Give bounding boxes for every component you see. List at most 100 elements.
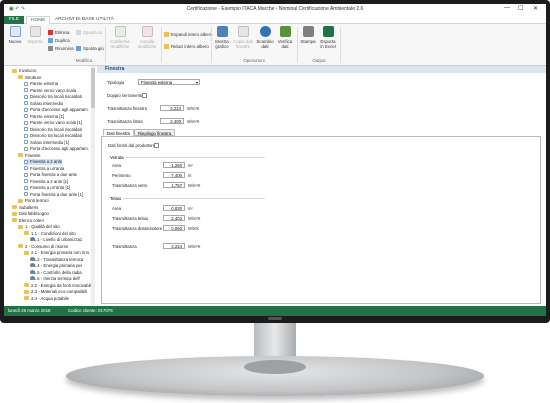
stampa-button[interactable]: Stampa — [300, 26, 316, 44]
tree-item[interactable]: Involucro — [12, 68, 36, 74]
rinomina-button[interactable]: Rinomina — [48, 46, 74, 52]
sposta-su-button[interactable]: Sposta su — [76, 30, 103, 36]
tree-scrollbar-thumb[interactable] — [91, 68, 95, 108]
tree-item[interactable]: 1 - Qualità del sito — [18, 224, 60, 230]
folder-icon — [24, 283, 29, 288]
verifica-dati-button[interactable]: Verifica dati — [276, 26, 294, 49]
tree-item[interactable]: 2.1.2 - Trasmittanza termica — [30, 256, 83, 263]
trasmittanza-finestra-label: Trasmittanza finestra — [107, 106, 147, 111]
tree-item-label: Parete verso vano scala — [30, 87, 77, 93]
tree-item[interactable]: Finestra a 2 ante — [24, 159, 63, 165]
chevron-down-icon: ▾ — [195, 80, 198, 85]
tree-item[interactable]: Finestra a 2 ante [1] — [24, 179, 68, 185]
trasmittanza-telaio-field[interactable]: 2,403 — [163, 215, 185, 221]
area-telaio-unit: m² — [188, 206, 193, 211]
tree-item[interactable]: Finestra a un'anta [1] — [24, 185, 70, 191]
tree-item[interactable]: 2.1.6 - Inerzia termica dell' — [30, 276, 80, 282]
scambio-dati-button[interactable]: Scambio dati — [256, 26, 274, 49]
status-bar: lunedì 26 marzo 2018 Codice cliente: 017… — [4, 306, 546, 316]
conferma-modifiche-button[interactable]: Conferma modifiche — [107, 26, 133, 49]
tree-item[interactable]: Dati fabbisogno — [12, 211, 49, 217]
tree-item[interactable]: Divisorio tra locali riscaldati — [24, 133, 82, 139]
tree-item[interactable]: Parete esterna — [24, 81, 58, 87]
area-vetro-field[interactable]: 1,260 — [163, 162, 185, 168]
trasmittanza-distanziatore-field[interactable]: 0,060 — [163, 225, 185, 231]
minimize-button[interactable]: — — [504, 5, 510, 11]
check-circle-icon — [30, 276, 35, 280]
trasmittanza-limite-field[interactable]: 2,400 — [160, 118, 184, 124]
tree-item[interactable]: 2.1.5 - Controllo della radia. — [30, 269, 83, 276]
tab-dati-finestra[interactable]: Dati finestra — [103, 129, 134, 136]
tree-item[interactable]: Ponti termici — [18, 198, 49, 204]
tree-item[interactable]: Porta d'accesso agli appartam. — [24, 146, 89, 152]
check-circle-icon — [30, 269, 35, 274]
annulla-label: Annulla modifiche — [137, 39, 157, 49]
trasmittanza-finestra-field[interactable]: 2,224 — [160, 105, 184, 111]
trasmittanza-distanziatore-label: Trasmittanza distanziatore — [112, 226, 163, 231]
sposta-giu-button[interactable]: Sposta giù — [76, 46, 104, 52]
document-icon — [24, 133, 28, 138]
perimetro-unit: m — [188, 173, 192, 178]
tree-item[interactable]: Parete esterna [1] — [24, 114, 64, 120]
tree-item[interactable]: Porta d'accesso agli appartam. — [24, 107, 89, 113]
tree-item[interactable]: Subalterni — [12, 205, 38, 211]
perimetro-field[interactable]: 7,400 — [163, 172, 185, 178]
espandi-albero-button[interactable]: Espandi intero albero — [164, 32, 213, 38]
tree-item[interactable]: Porta finestra a due ante [1] — [24, 192, 83, 198]
trasmittanza-vetro-field[interactable]: 1,757 — [163, 182, 185, 188]
tree-item[interactable]: 2.1 - Energia primaria non rinn. — [24, 250, 90, 256]
doppio-serramento-checkbox[interactable] — [142, 93, 147, 98]
tab-file[interactable]: FILE — [4, 16, 24, 24]
tree-item[interactable]: Parete verso vano scala — [24, 88, 76, 94]
mostra-grafico-button[interactable]: Mostra grafico — [213, 26, 231, 49]
tree-item[interactable]: Solaio intermedio — [24, 101, 63, 107]
tree-item[interactable]: Divisorio tra locali riscaldati — [24, 94, 82, 100]
area-telaio-field[interactable]: 0,830 — [163, 205, 185, 211]
tree-item[interactable]: Elenco criteri — [12, 218, 44, 224]
document-icon — [24, 127, 28, 132]
tree-item[interactable]: Porta finestra a due ante — [24, 172, 77, 178]
tree-item-label: Divisorio tra locali riscaldati — [30, 126, 82, 132]
tree-item[interactable]: Finestre — [18, 153, 41, 159]
tab-riepilogo-finestra[interactable]: Riepilogo finestra — [134, 129, 176, 136]
group-modifica: Modifica — [75, 58, 93, 63]
tree-item[interactable]: 1.1 - Condizioni del sito — [24, 231, 76, 237]
trasmittanza-field[interactable]: 2,224 — [163, 243, 185, 249]
tab-home[interactable]: HOME — [26, 16, 51, 24]
doppio-serramento-label: Doppio serramento — [107, 93, 144, 98]
tipologia-select[interactable]: Finestra esterna ▾ — [138, 79, 200, 85]
tree-item[interactable]: Parete verso vano scala [1] — [24, 120, 82, 126]
tree-item[interactable]: 2.4 - Acqua potabile — [24, 296, 69, 302]
close-button[interactable]: ✕ — [533, 5, 538, 12]
elimina-label: Elimina — [55, 30, 70, 35]
rename-icon — [48, 46, 53, 52]
move-down-icon — [76, 46, 81, 52]
riduci-albero-button[interactable]: Riduci intero albero — [164, 44, 209, 50]
importa-button[interactable]: Importa — [26, 26, 44, 44]
tree-item[interactable]: Finestra a un'anta — [24, 166, 64, 172]
nuovo-button[interactable]: Nuovo — [7, 26, 23, 44]
copia-dati-finestre-button[interactable]: Copia dati finestre — [232, 26, 254, 49]
annulla-modifiche-button[interactable]: Annulla modifiche — [135, 26, 159, 49]
elimina-button[interactable]: Elimina — [48, 30, 70, 36]
section-title: Finestra — [97, 66, 546, 73]
tree-item[interactable]: 2.3 - Materiali eco-compatibili — [24, 289, 87, 295]
folder-icon — [18, 198, 23, 203]
tree-item[interactable]: Solaio intermedio [1] — [24, 140, 69, 146]
detail-panel: Finestra Tipologia Finestra esterna ▾ Do… — [97, 66, 546, 306]
tree-item[interactable]: Strutture — [18, 75, 41, 81]
tree-item[interactable]: Divisorio tra locali riscaldati — [24, 127, 82, 133]
dati-forniti-checkbox[interactable] — [154, 143, 159, 148]
vetrata-group: Vetrata — [110, 155, 265, 160]
riduci-label: Riduci intero albero — [171, 44, 209, 49]
tree-item[interactable]: 2 - Consumo di risorse — [18, 244, 68, 250]
esporta-excel-button[interactable]: Esporta in Excel — [319, 26, 337, 49]
conferma-label: Conferma modifiche — [110, 39, 130, 49]
duplica-button[interactable]: Duplica — [48, 38, 70, 44]
tree-item[interactable]: 2.2 - Energia da fonti rinnovabili — [24, 283, 91, 289]
navigation-tree: Involucro Strutture Parete esterna Parete v… — [4, 66, 95, 306]
tree-item[interactable]: 2.1.4 - Energia primaria per — [30, 263, 82, 269]
maximize-button[interactable]: ☐ — [518, 5, 523, 12]
tab-utilita[interactable]: UTILITÀ — [92, 16, 118, 24]
tree-item[interactable]: 1.1.1 - Livello di urbanizzaz. — [30, 237, 83, 243]
